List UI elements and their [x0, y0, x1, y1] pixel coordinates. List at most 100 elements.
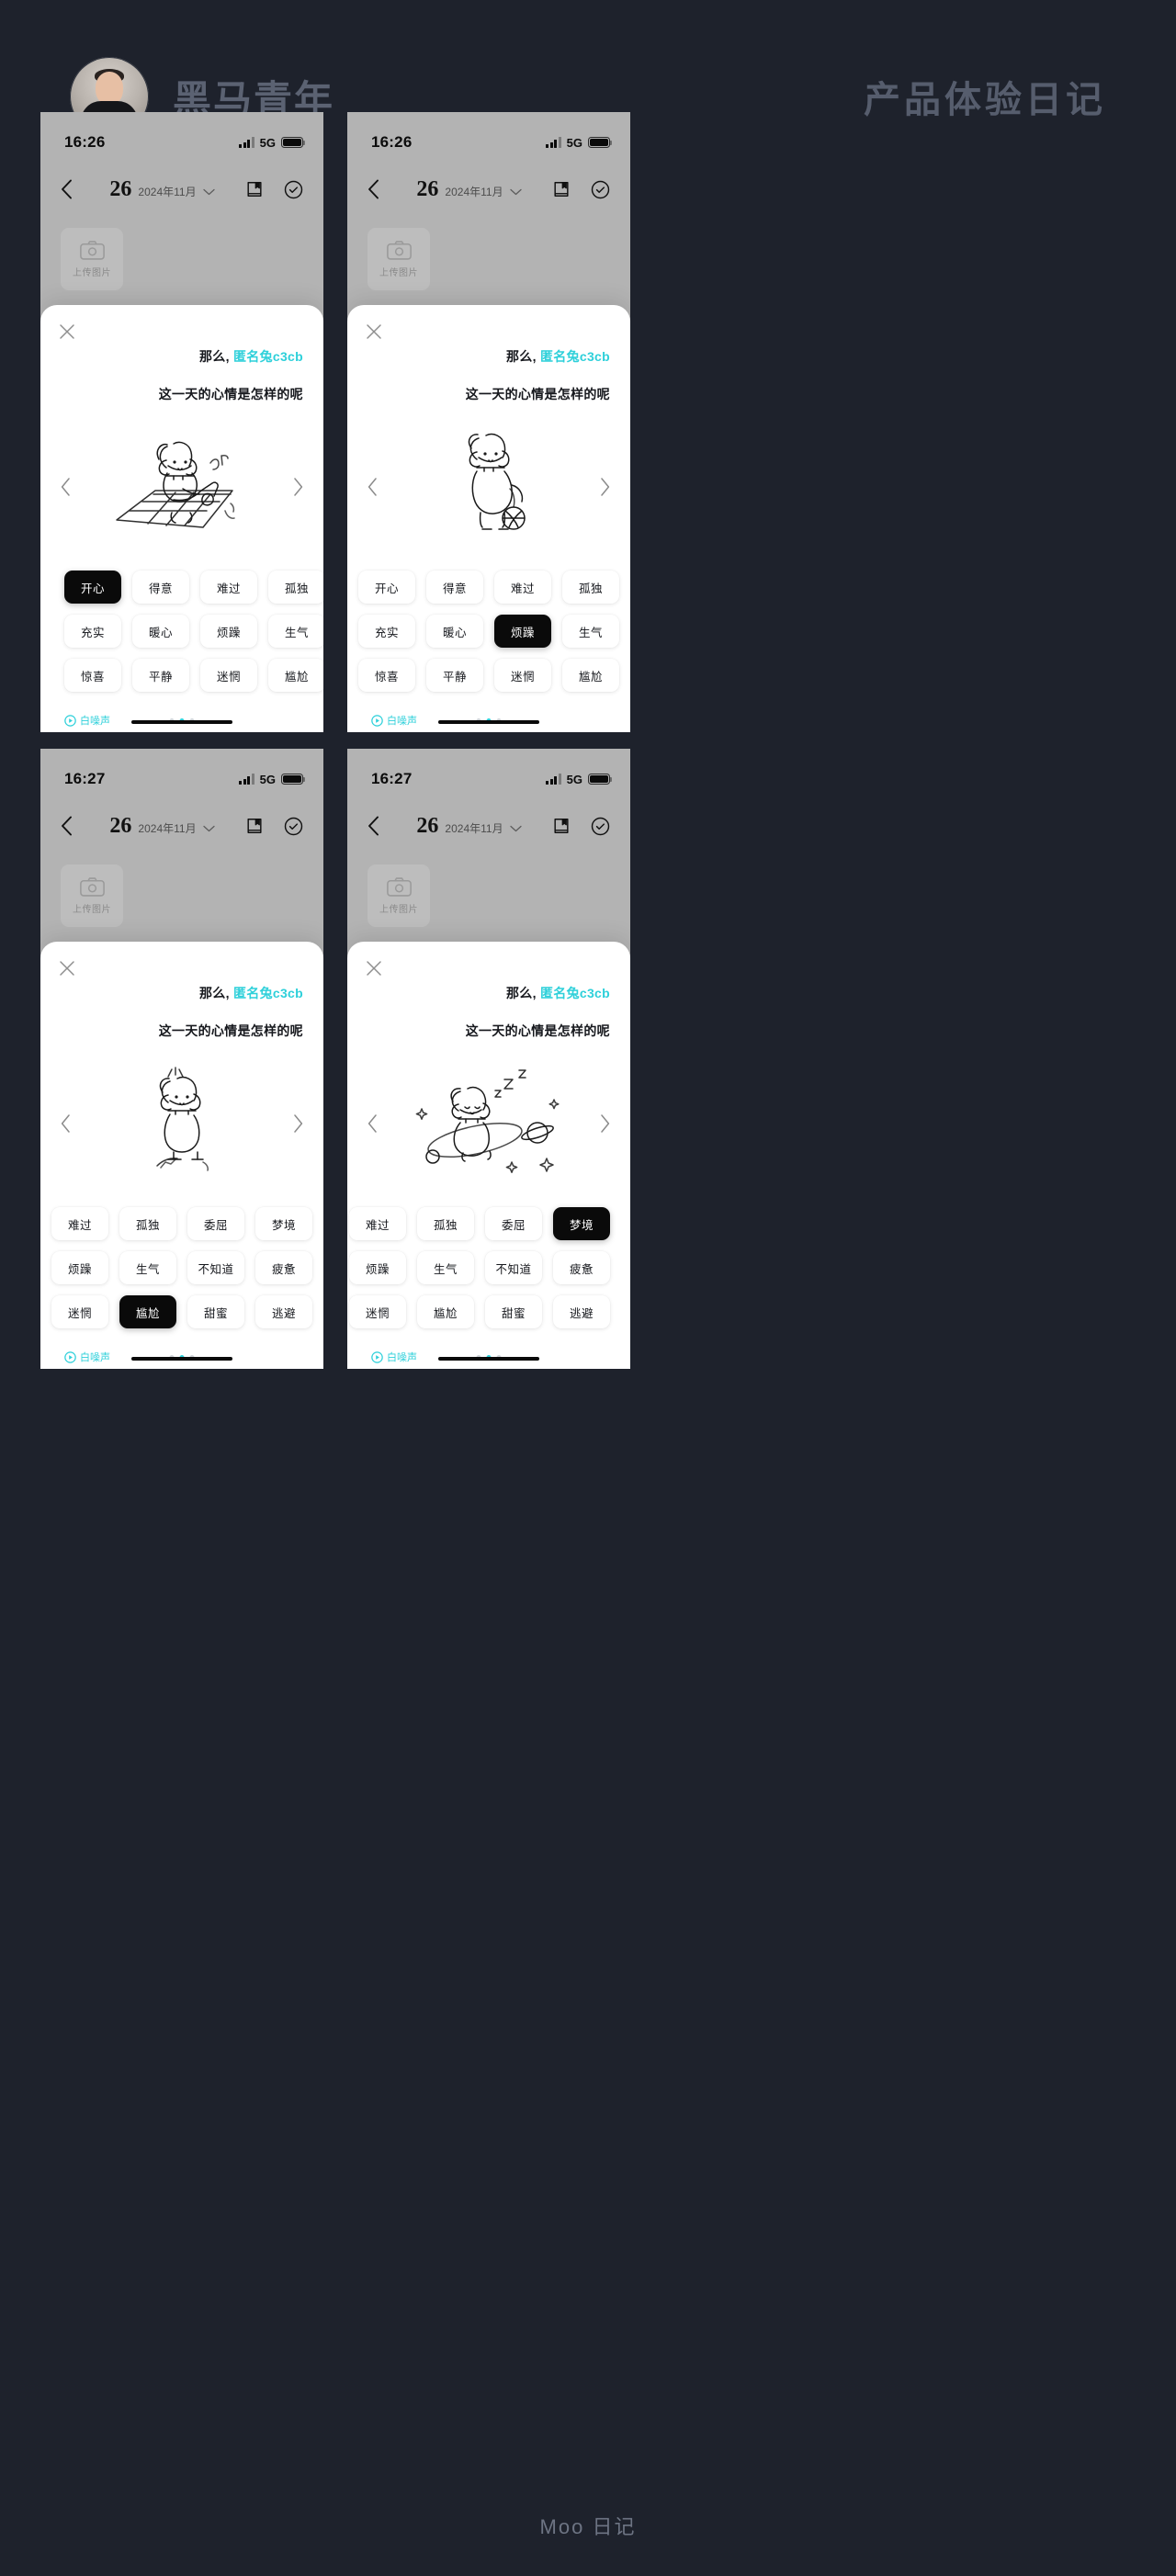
mood-option[interactable]: 委屈 — [187, 1207, 244, 1240]
bookmark-button[interactable] — [552, 180, 571, 198]
close-button[interactable] — [366, 323, 384, 342]
mood-option[interactable]: 尴尬 — [417, 1295, 474, 1328]
mood-option[interactable]: 得意 — [426, 571, 483, 604]
mood-option[interactable]: 惊喜 — [358, 659, 415, 692]
mood-option[interactable]: 生气 — [119, 1251, 176, 1284]
next-illustration-button[interactable] — [600, 478, 610, 496]
upload-image-button[interactable]: 上传图片 — [368, 864, 430, 927]
mood-option[interactable]: 迷惘 — [200, 659, 257, 692]
mood-option[interactable]: 疲惫 — [255, 1251, 312, 1284]
mood-option[interactable]: 迷惘 — [494, 659, 551, 692]
close-button[interactable] — [366, 960, 384, 978]
mood-option[interactable]: 尴尬 — [562, 659, 619, 692]
confirm-button[interactable] — [284, 817, 303, 836]
white-noise-button[interactable]: 白噪声 — [371, 713, 417, 728]
date-selector[interactable]: 26 2024年11月 — [85, 177, 240, 202]
chevron-left-icon — [61, 1114, 71, 1133]
mood-option[interactable]: 孤独 — [417, 1207, 474, 1240]
date-selector[interactable]: 26 2024年11月 — [391, 177, 547, 202]
mood-option[interactable]: 难过 — [349, 1207, 406, 1240]
upload-image-button[interactable]: 上传图片 — [368, 228, 430, 290]
back-button[interactable] — [368, 179, 391, 199]
mood-option[interactable]: 疲惫 — [553, 1251, 610, 1284]
mood-option[interactable]: 孤独 — [562, 571, 619, 604]
white-noise-button[interactable]: 白噪声 — [371, 1350, 417, 1364]
next-illustration-button[interactable] — [293, 478, 303, 496]
mood-option-selected[interactable]: 梦境 — [553, 1207, 610, 1240]
mood-option[interactable]: 平静 — [132, 659, 189, 692]
mood-option[interactable]: 孤独 — [119, 1207, 176, 1240]
chevron-right-icon — [600, 478, 610, 496]
mood-option-selected[interactable]: 开心 — [64, 571, 121, 604]
mood-option[interactable]: 迷惘 — [349, 1295, 406, 1328]
white-noise-button[interactable]: 白噪声 — [64, 1350, 110, 1364]
mood-option[interactable]: 烦躁 — [51, 1251, 108, 1284]
mood-option[interactable]: 开心 — [358, 571, 415, 604]
back-button[interactable] — [61, 816, 85, 836]
mood-row: 烦躁 生气 不知道 疲惫 — [347, 1251, 630, 1284]
check-circle-icon — [284, 180, 303, 199]
bookmark-button[interactable] — [245, 180, 264, 198]
mood-picker-sheet: 那么, 匿名兔c3cb 这一天的心情是怎样的呢 难过 孤独 委屈 梦境 烦躁 生气 不知道 疲惫… — [40, 942, 323, 1369]
prev-illustration-button[interactable] — [61, 478, 71, 496]
bookmark-button[interactable] — [245, 817, 264, 835]
mood-option[interactable]: 难过 — [200, 571, 257, 604]
prev-illustration-button[interactable] — [61, 1114, 71, 1133]
next-illustration-button[interactable] — [600, 1114, 610, 1133]
mood-option[interactable]: 委屈 — [485, 1207, 542, 1240]
mood-option[interactable]: 暖心 — [132, 615, 189, 648]
mood-option[interactable]: 迷惘 — [51, 1295, 108, 1328]
mood-row: 惊喜 平静 迷惘 尴尬 — [40, 659, 323, 692]
network-label: 5G — [259, 772, 276, 786]
upload-image-button[interactable]: 上传图片 — [61, 228, 123, 290]
check-circle-icon — [591, 817, 610, 836]
mood-option[interactable]: 不知道 — [485, 1251, 542, 1284]
greeting-username: 匿名兔c3cb — [232, 986, 303, 1000]
mood-option[interactable]: 尴尬 — [268, 659, 323, 692]
close-button[interactable] — [59, 323, 77, 342]
mood-option[interactable]: 难过 — [494, 571, 551, 604]
mood-option[interactable]: 烦躁 — [349, 1251, 406, 1284]
white-noise-button[interactable]: 白噪声 — [64, 713, 110, 728]
confirm-button[interactable] — [591, 180, 610, 199]
mood-option-selected[interactable]: 尴尬 — [119, 1295, 176, 1328]
upload-image-button[interactable]: 上传图片 — [61, 864, 123, 927]
mood-option[interactable]: 充实 — [64, 615, 121, 648]
mood-option[interactable]: 难过 — [51, 1207, 108, 1240]
bookmark-button[interactable] — [552, 817, 571, 835]
mood-option[interactable]: 充实 — [358, 615, 415, 648]
mood-grid: 难过 孤独 委屈 梦境烦躁 生气 不知道 疲惫迷惘 尴尬 甜蜜 逃避 — [40, 1207, 323, 1339]
mood-picker-sheet: 那么, 匿名兔c3cb 这一天的心情是怎样的呢 难过 孤独 委屈 梦境 烦躁 生气 不知道 疲惫… — [347, 942, 630, 1369]
mood-option[interactable]: 得意 — [132, 571, 189, 604]
date-selector[interactable]: 26 2024年11月 — [391, 814, 547, 839]
next-illustration-button[interactable] — [293, 1114, 303, 1133]
greeting-username: 匿名兔c3cb — [539, 349, 610, 364]
chevron-left-icon — [368, 1114, 378, 1133]
mood-option[interactable]: 惊喜 — [64, 659, 121, 692]
back-button[interactable] — [368, 816, 391, 836]
mood-option[interactable]: 生气 — [417, 1251, 474, 1284]
network-label: 5G — [566, 135, 582, 150]
prev-illustration-button[interactable] — [368, 478, 378, 496]
mood-option[interactable]: 生气 — [562, 615, 619, 648]
mood-option[interactable]: 逃避 — [553, 1295, 610, 1328]
mood-option[interactable]: 暖心 — [426, 615, 483, 648]
confirm-button[interactable] — [591, 817, 610, 836]
mood-option[interactable]: 梦境 — [255, 1207, 312, 1240]
date-selector[interactable]: 26 2024年11月 — [85, 814, 240, 839]
confirm-button[interactable] — [284, 180, 303, 199]
mood-option[interactable]: 甜蜜 — [485, 1295, 542, 1328]
white-noise-label: 白噪声 — [80, 1352, 110, 1363]
date-day: 26 — [109, 813, 132, 838]
mood-option-selected[interactable]: 烦躁 — [494, 615, 551, 648]
mood-option[interactable]: 平静 — [426, 659, 483, 692]
mood-option[interactable]: 孤独 — [268, 571, 323, 604]
close-button[interactable] — [59, 960, 77, 978]
mood-option[interactable]: 甜蜜 — [187, 1295, 244, 1328]
mood-option[interactable]: 生气 — [268, 615, 323, 648]
back-button[interactable] — [61, 179, 85, 199]
mood-option[interactable]: 烦躁 — [200, 615, 257, 648]
prev-illustration-button[interactable] — [368, 1114, 378, 1133]
mood-option[interactable]: 逃避 — [255, 1295, 312, 1328]
mood-option[interactable]: 不知道 — [187, 1251, 244, 1284]
